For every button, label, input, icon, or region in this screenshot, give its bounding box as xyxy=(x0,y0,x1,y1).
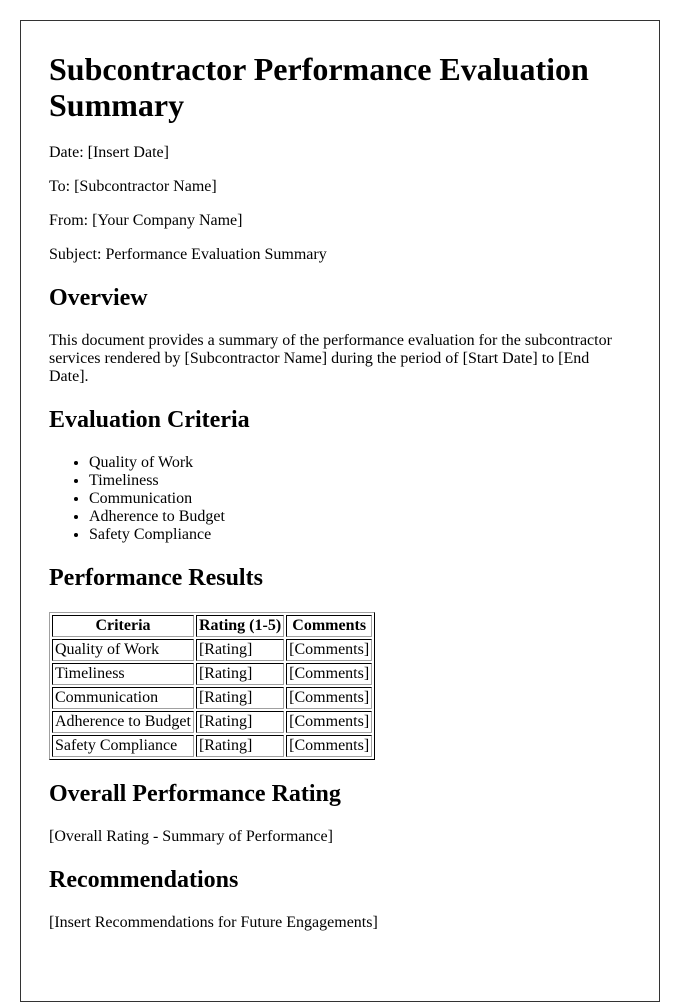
column-header-criteria: Criteria xyxy=(52,615,194,637)
comments-cell: [Comments] xyxy=(286,687,373,709)
overall-heading: Overall Performance Rating xyxy=(49,781,341,807)
table-row: Communication [Rating] [Comments] xyxy=(52,687,373,709)
recommendations-heading: Recommendations xyxy=(49,867,239,893)
overall-text: [Overall Rating - Summary of Performance… xyxy=(49,828,333,845)
criteria-item: Safety Compliance xyxy=(89,526,629,544)
column-header-rating: Rating (1-5) xyxy=(195,615,285,637)
table-row: Quality of Work [Rating] [Comments] xyxy=(52,639,373,661)
comments-cell: [Comments] xyxy=(286,639,373,661)
document-title: Subcontractor Performance Evaluation Sum… xyxy=(49,51,589,123)
from-line: From: [Your Company Name] xyxy=(49,212,243,229)
criteria-cell: Adherence to Budget xyxy=(52,711,194,733)
comments-cell: [Comments] xyxy=(286,663,373,685)
recommendations-text: [Insert Recommendations for Future Engag… xyxy=(49,914,378,931)
table-row: Timeliness [Rating] [Comments] xyxy=(52,663,373,685)
criteria-item: Communication xyxy=(89,490,629,508)
document-container: Subcontractor Performance Evaluation Sum… xyxy=(20,20,660,1002)
criteria-cell: Communication xyxy=(52,687,194,709)
criteria-item: Timeliness xyxy=(89,472,629,490)
results-table: Criteria Rating (1-5) Comments Quality o… xyxy=(49,612,376,760)
rating-cell: [Rating] xyxy=(195,735,285,757)
column-header-comments: Comments xyxy=(286,615,373,637)
comments-cell: [Comments] xyxy=(286,711,373,733)
criteria-list: Quality of Work Timeliness Communication… xyxy=(49,454,629,544)
table-row: Safety Compliance [Rating] [Comments] xyxy=(52,735,373,757)
overview-text: This document provides a summary of the … xyxy=(49,332,612,385)
subject-line: Subject: Performance Evaluation Summary xyxy=(49,246,327,263)
criteria-item: Adherence to Budget xyxy=(89,508,629,526)
criteria-heading: Evaluation Criteria xyxy=(49,407,250,433)
rating-cell: [Rating] xyxy=(195,711,285,733)
date-line: Date: [Insert Date] xyxy=(49,144,169,161)
to-line: To: [Subcontractor Name] xyxy=(49,178,217,195)
criteria-cell: Timeliness xyxy=(52,663,194,685)
rating-cell: [Rating] xyxy=(195,663,285,685)
rating-cell: [Rating] xyxy=(195,687,285,709)
comments-cell: [Comments] xyxy=(286,735,373,757)
overview-heading: Overview xyxy=(49,285,148,311)
table-row: Adherence to Budget [Rating] [Comments] xyxy=(52,711,373,733)
rating-cell: [Rating] xyxy=(195,639,285,661)
criteria-cell: Safety Compliance xyxy=(52,735,194,757)
table-header-row: Criteria Rating (1-5) Comments xyxy=(52,615,373,637)
criteria-item: Quality of Work xyxy=(89,454,629,472)
criteria-cell: Quality of Work xyxy=(52,639,194,661)
results-heading: Performance Results xyxy=(49,565,263,591)
